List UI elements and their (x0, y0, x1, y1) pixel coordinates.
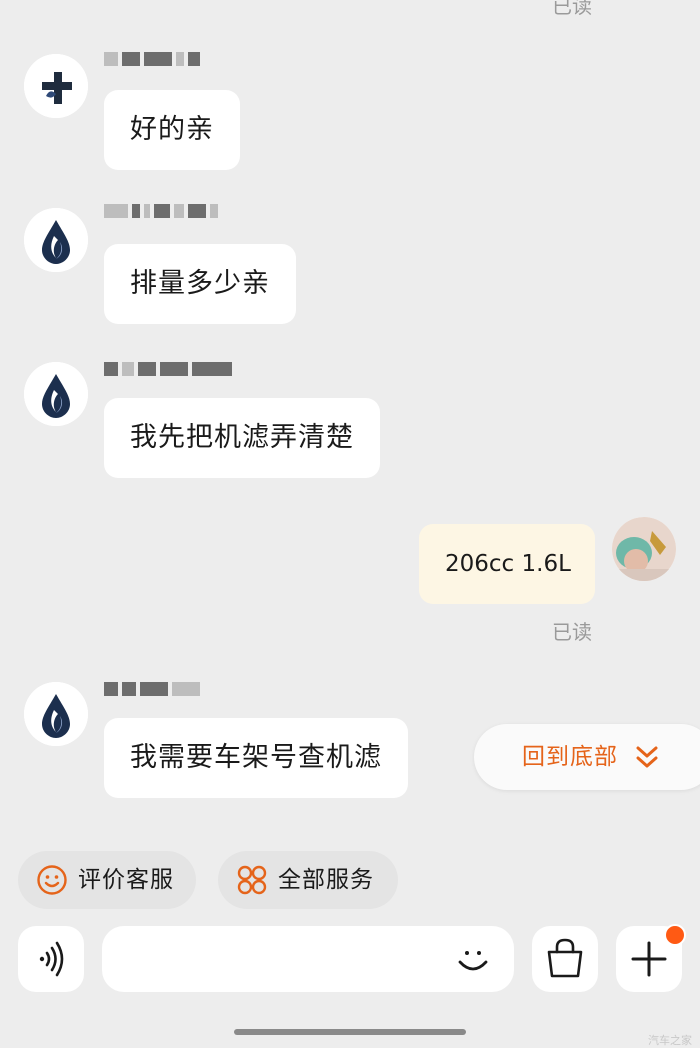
shopping-bag-icon (547, 938, 583, 978)
message-bubble[interactable]: 排量多少亲 (104, 244, 296, 324)
emoji-icon[interactable] (454, 940, 492, 978)
message-bubble[interactable]: 我先把机滤弄清楚 (104, 398, 380, 478)
shop-logo-icon (24, 54, 88, 118)
read-status-top: 已读 (552, 0, 592, 18)
my-avatar[interactable] (612, 517, 676, 581)
shop-button[interactable] (532, 926, 598, 992)
all-services-label: 全部服务 (278, 867, 374, 893)
shop-avatar[interactable] (24, 54, 88, 118)
notification-dot (664, 924, 686, 946)
shop-nickname-blurred (104, 362, 236, 380)
scroll-to-bottom-button[interactable]: 回到底部 (474, 724, 700, 790)
message-input[interactable] (102, 926, 514, 992)
home-indicator[interactable] (234, 1029, 466, 1035)
double-chevron-down-icon (636, 746, 658, 768)
voice-button[interactable] (18, 926, 84, 992)
shop-avatar[interactable] (24, 682, 88, 746)
rate-service-label: 评价客服 (78, 867, 174, 893)
scroll-to-bottom-label: 回到底部 (522, 744, 618, 770)
shop-nickname-blurred (104, 52, 204, 70)
my-message-bubble[interactable]: 206cc 1.6L (419, 524, 595, 604)
watermark: 汽车之家 (648, 1034, 692, 1047)
message-bubble[interactable]: 好的亲 (104, 90, 240, 170)
shop-nickname-blurred (104, 682, 204, 700)
shop-avatar[interactable] (24, 362, 88, 426)
smiley-icon (37, 865, 67, 895)
services-grid-icon (237, 865, 267, 895)
shop-nickname-blurred (104, 204, 222, 222)
user-photo-icon (612, 517, 676, 581)
message-bubble[interactable]: 我需要车架号查机滤 (104, 718, 408, 798)
shop-avatar[interactable] (24, 208, 88, 272)
read-status: 已读 (552, 620, 592, 644)
all-services-chip[interactable]: 全部服务 (218, 851, 398, 909)
rate-service-chip[interactable]: 评价客服 (18, 851, 196, 909)
water-drop-logo-icon (24, 362, 88, 426)
voice-icon (39, 941, 64, 977)
water-drop-logo-icon (24, 682, 88, 746)
water-drop-logo-icon (24, 208, 88, 272)
